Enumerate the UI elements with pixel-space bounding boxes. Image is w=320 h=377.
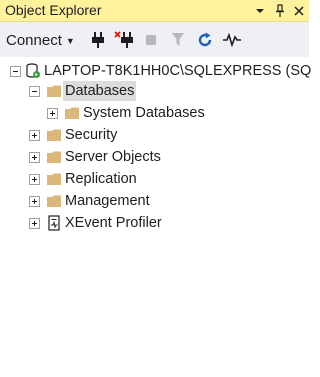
- connect-button[interactable]: Connect ▼: [6, 30, 75, 50]
- tree-node-system-databases[interactable]: System Databases: [47, 102, 205, 124]
- folder-icon: [46, 83, 62, 99]
- folder-icon: [46, 193, 62, 209]
- tree-node-label: System Databases: [83, 105, 205, 121]
- tree-node-label: XEvent Profiler: [65, 215, 162, 231]
- refresh-icon[interactable]: [195, 30, 215, 50]
- stop-icon: [141, 30, 161, 50]
- tree-node-label: Replication: [65, 171, 137, 187]
- folder-icon: [46, 127, 62, 143]
- expand-toggle[interactable]: [29, 173, 40, 185]
- filter-icon: [168, 30, 188, 50]
- tree-node-management[interactable]: Management: [29, 190, 150, 212]
- connect-label: Connect: [6, 31, 62, 49]
- xevent-profiler-icon: [46, 215, 62, 231]
- database-server-icon: [25, 63, 41, 79]
- tree-node-label: Management: [65, 193, 150, 209]
- panel-title: Object Explorer: [5, 2, 102, 18]
- tree-node-label: LAPTOP-T8K1HH0C\SQLEXPRESS (SQ: [44, 63, 312, 79]
- expand-toggle[interactable]: [29, 195, 40, 207]
- close-icon[interactable]: [291, 2, 307, 19]
- collapse-toggle[interactable]: [10, 65, 21, 77]
- folder-icon: [46, 149, 62, 165]
- expand-toggle[interactable]: [29, 129, 40, 141]
- tree-node-databases[interactable]: Databases: [29, 80, 137, 102]
- tree-node-xevent-profiler[interactable]: XEvent Profiler: [29, 212, 162, 234]
- activity-monitor-icon[interactable]: [222, 30, 242, 50]
- tree-node-server-objects[interactable]: Server Objects: [29, 146, 161, 168]
- folder-icon: [64, 105, 80, 121]
- object-explorer-tree: LAPTOP-T8K1HH0C\SQLEXPRESS (SQ Databases…: [0, 57, 311, 377]
- tree-node-label: Security: [65, 127, 118, 143]
- connect-object-explorer-icon[interactable]: [88, 30, 108, 50]
- tree-node-replication[interactable]: Replication: [29, 168, 137, 190]
- pin-icon[interactable]: [272, 2, 288, 19]
- tree-node-label: Server Objects: [65, 149, 161, 165]
- collapse-toggle[interactable]: [29, 85, 40, 97]
- expand-toggle[interactable]: [29, 217, 40, 229]
- tree-node-label: Databases: [63, 81, 137, 101]
- expand-toggle[interactable]: [29, 151, 40, 163]
- object-explorer-title-bar: Object Explorer: [0, 0, 309, 22]
- tree-node-server[interactable]: LAPTOP-T8K1HH0C\SQLEXPRESS (SQ: [10, 60, 311, 82]
- folder-icon: [46, 171, 62, 187]
- tree-node-security[interactable]: Security: [29, 124, 117, 146]
- disconnect-icon[interactable]: [114, 30, 134, 50]
- window-position-dropdown-icon[interactable]: [252, 2, 268, 19]
- object-explorer-toolbar: Connect ▼: [0, 22, 309, 57]
- expand-toggle[interactable]: [47, 107, 58, 119]
- chevron-down-icon: ▼: [65, 35, 75, 46]
